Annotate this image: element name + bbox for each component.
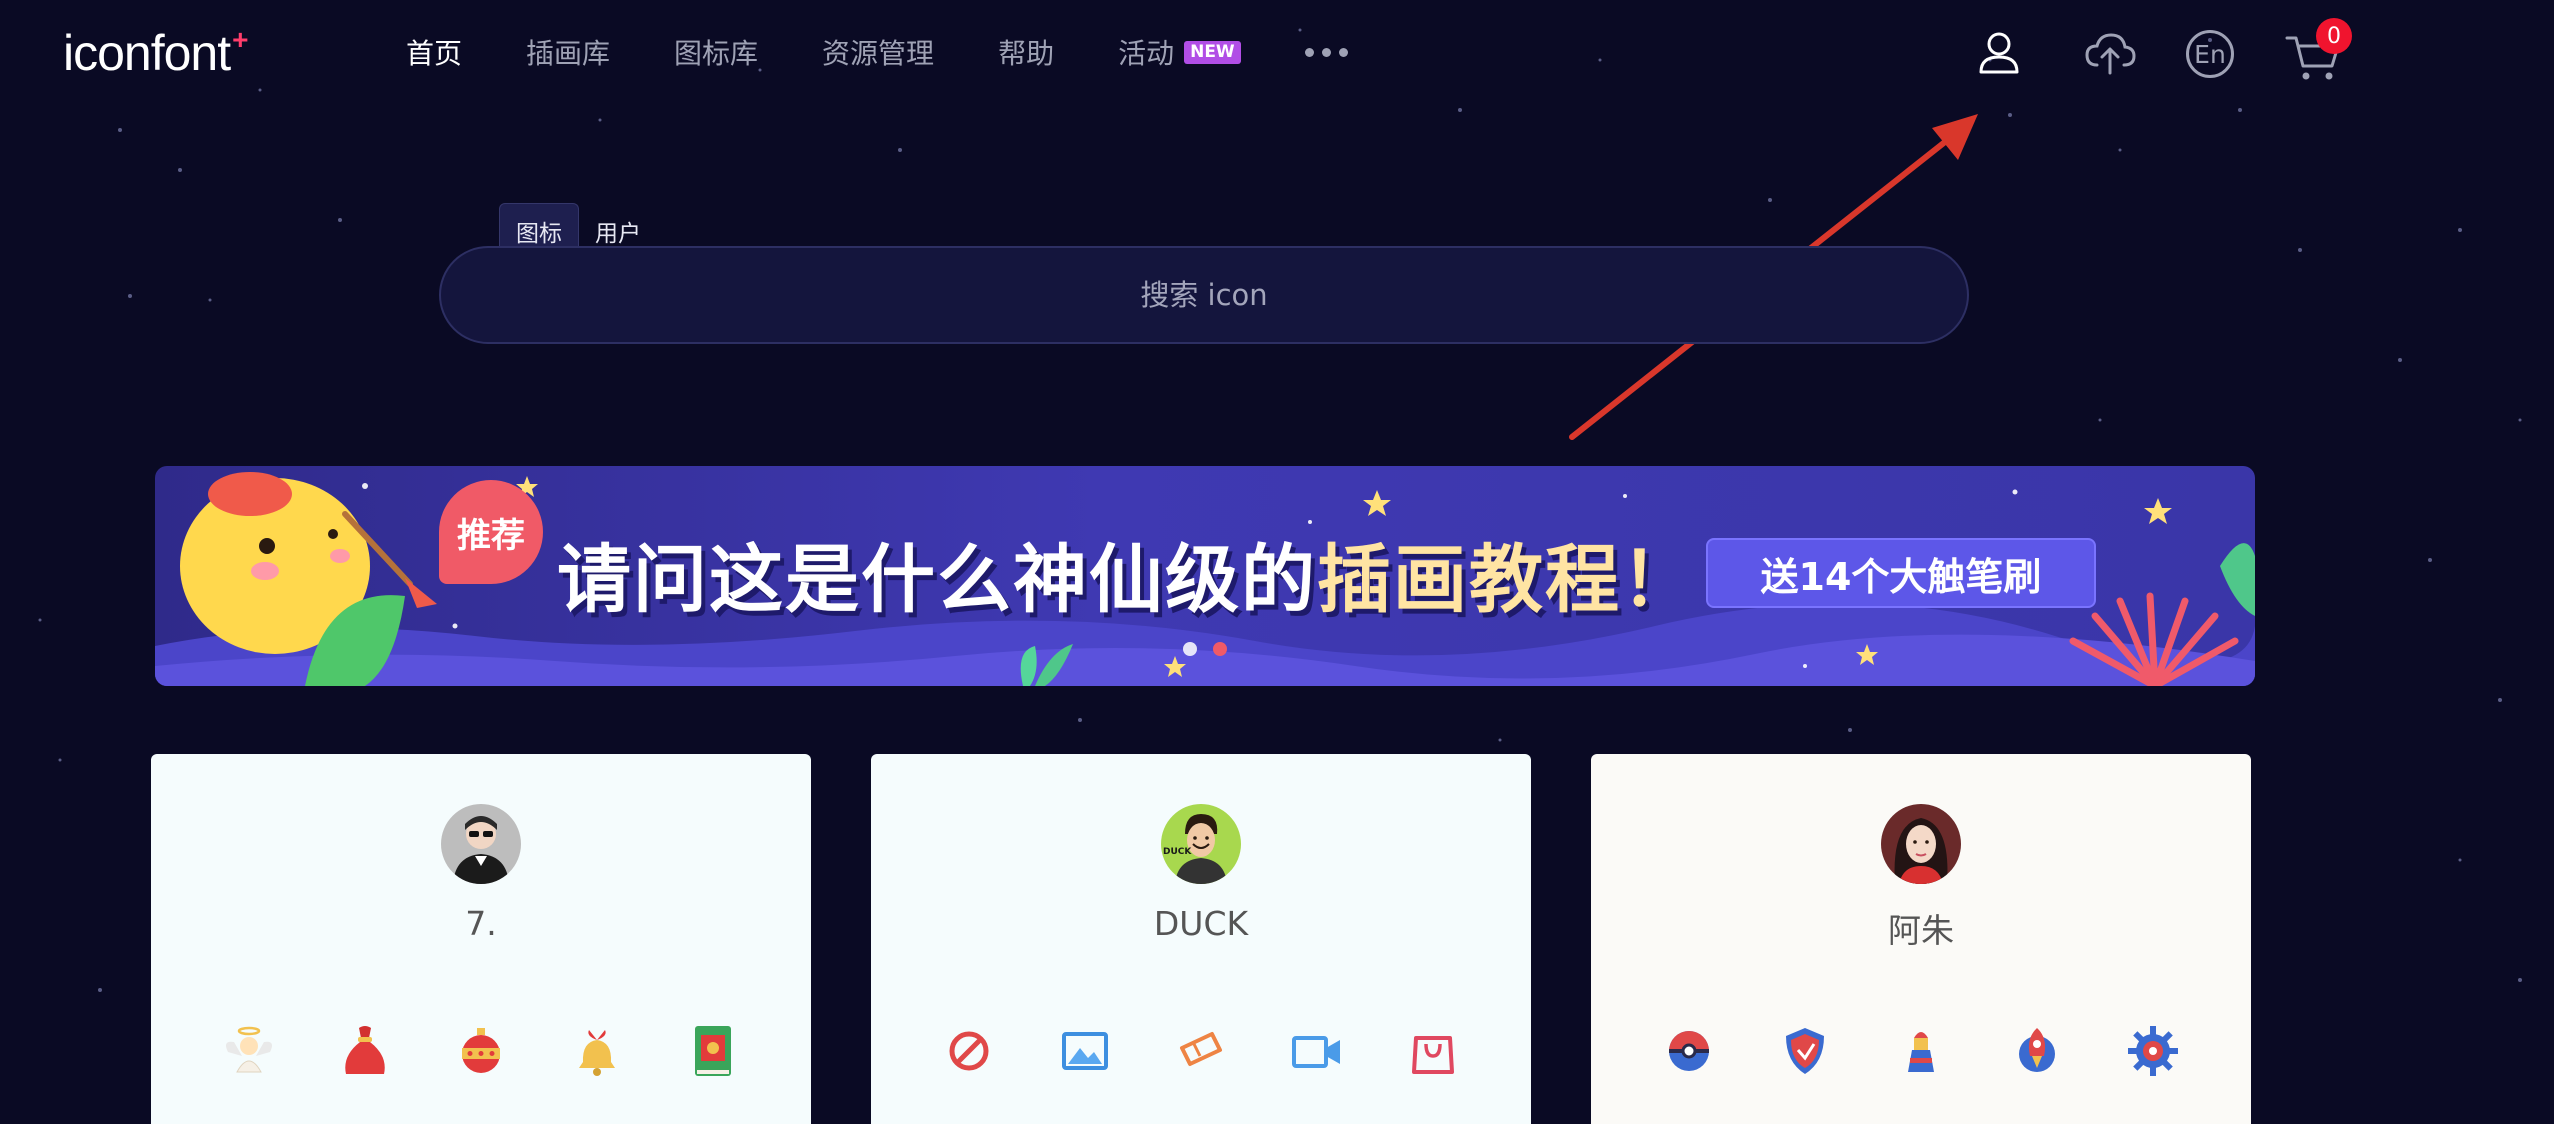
forbidden-icon[interactable]	[940, 1022, 998, 1080]
ticket-icon[interactable]	[1172, 1022, 1230, 1080]
search-tab-label: 图标	[516, 221, 562, 247]
new-badge: NEW	[1184, 40, 1241, 64]
nav-item-label: 活动	[1118, 37, 1175, 70]
designer-name: 7.	[465, 904, 497, 943]
designer-card[interactable]: DUCK DUCK	[871, 754, 1531, 1124]
book-icon[interactable]	[684, 1022, 742, 1080]
svg-text:DUCK: DUCK	[1163, 847, 1192, 857]
video-icon[interactable]	[1288, 1022, 1346, 1080]
avatar[interactable]	[441, 804, 521, 884]
banner-headline: 请问这是什么神仙级的插画教程！	[557, 520, 1697, 627]
more-dot	[1321, 47, 1331, 57]
nav-item-activities[interactable]: 活动 NEW	[1118, 32, 1241, 72]
promo-banner[interactable]: 推荐 请问这是什么神仙级的插画教程！ 送14个大触笔刷	[155, 466, 2255, 686]
more-menu-button[interactable]	[1304, 42, 1348, 62]
recommend-tag: 推荐	[439, 480, 543, 584]
designer-card[interactable]: 阿朱	[1591, 754, 2251, 1124]
language-label: En	[2194, 39, 2226, 69]
designer-name: DUCK	[1153, 904, 1249, 943]
iconfont-logo[interactable]: iconfont +	[63, 18, 249, 88]
avatar-image	[1881, 804, 1961, 884]
search-input[interactable]	[441, 247, 1967, 343]
ornament-icon[interactable]	[452, 1022, 510, 1080]
search-bar	[439, 246, 1969, 344]
nav-item-home[interactable]: 首页	[406, 32, 462, 72]
user-icon[interactable]	[1971, 25, 2027, 81]
icon-preview-row	[151, 1022, 811, 1080]
angel-icon[interactable]	[220, 1022, 278, 1080]
gear-icon[interactable]	[2124, 1022, 2182, 1080]
nav-item-icon-library[interactable]: 图标库	[674, 32, 758, 72]
more-dot	[1304, 47, 1314, 57]
search-tab-label: 用户	[595, 221, 641, 247]
carousel-dot-active[interactable]	[1213, 642, 1227, 656]
gift-bag-icon[interactable]	[336, 1022, 394, 1080]
nav-item-illustrations[interactable]: 插画库	[526, 32, 610, 72]
recommend-tag-label: 推荐	[457, 515, 525, 556]
icon-preview-row	[871, 1022, 1531, 1080]
shopping-bag-icon[interactable]	[1404, 1022, 1462, 1080]
avatar[interactable]: DUCK	[1161, 804, 1241, 884]
avatar-image: DUCK	[1161, 804, 1241, 884]
page: iconfont + 首页 插画库 图标库 资源管理 帮助 活动 NEW En …	[0, 0, 2554, 1124]
banner-headline-highlight: 插画教程！	[1317, 537, 1697, 623]
pokeball-icon[interactable]	[1660, 1022, 1718, 1080]
designer-card[interactable]: 7.	[151, 754, 811, 1124]
logo-plus: +	[232, 24, 248, 55]
banner-headline-main: 请问这是什么神仙级的	[557, 537, 1317, 623]
nav-item-resource-management[interactable]: 资源管理	[822, 32, 934, 72]
more-dot	[1338, 47, 1348, 57]
nav-item-label: 图标库	[674, 37, 759, 70]
icon-preview-row	[1591, 1022, 2251, 1080]
carousel-indicators	[1183, 642, 1227, 656]
designer-name: 阿朱	[1888, 911, 1954, 950]
cart-count-badge: 0	[2316, 18, 2352, 54]
nav-item-label: 帮助	[998, 37, 1055, 70]
avatar[interactable]	[1881, 804, 1961, 884]
language-switch-button[interactable]: En	[2186, 30, 2234, 78]
nav-item-label: 插画库	[526, 37, 611, 70]
nav-item-label: 资源管理	[822, 37, 935, 70]
cart-count: 0	[2327, 23, 2341, 49]
bell-icon[interactable]	[568, 1022, 626, 1080]
carousel-dot[interactable]	[1183, 642, 1197, 656]
cloud-upload-icon[interactable]	[2081, 25, 2139, 81]
image-icon[interactable]	[1056, 1022, 1114, 1080]
logo-text: iconfont	[63, 25, 231, 81]
banner-cta-button[interactable]: 送14个大触笔刷	[1706, 538, 2096, 608]
rocket-icon[interactable]	[2008, 1022, 2066, 1080]
lighthouse-icon[interactable]	[1892, 1022, 1950, 1080]
nav-item-help[interactable]: 帮助	[998, 32, 1054, 72]
shield-icon[interactable]	[1776, 1022, 1834, 1080]
nav-item-label: 首页	[406, 37, 463, 70]
banner-cta-label: 送14个大触笔刷	[1760, 554, 2042, 599]
avatar-image	[441, 804, 521, 884]
main-nav: 首页 插画库 图标库 资源管理 帮助 活动 NEW	[406, 22, 1412, 82]
